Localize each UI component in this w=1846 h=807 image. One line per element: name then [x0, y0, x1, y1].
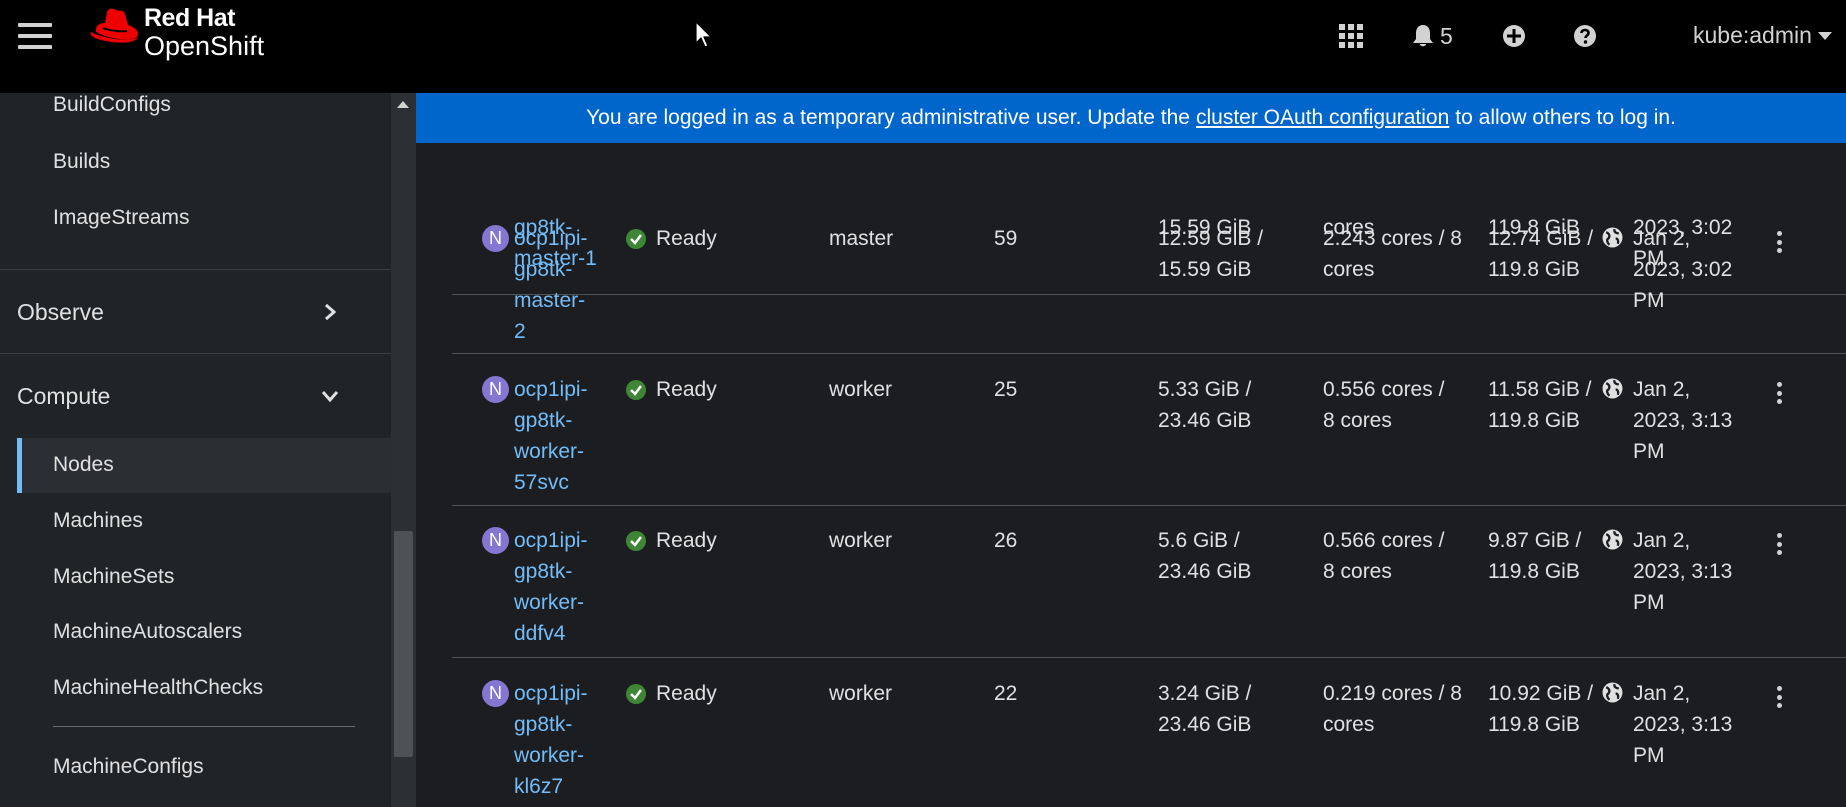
scrollbar-thumb[interactable]	[394, 531, 413, 757]
sidebar-group-label: Compute	[17, 382, 111, 409]
node-name-link[interactable]: ocp1ipi- gp8tk- worker- kl6z7	[514, 678, 604, 802]
sidebar-item-nodes[interactable]: Nodes	[53, 453, 114, 477]
node-status: Ready	[626, 525, 717, 556]
pods-cell: 25	[994, 378, 1018, 401]
brand-line-1: Red Hat	[144, 4, 235, 32]
filesystem-cell: 12.74 GiB / 119.8 GiB	[1488, 227, 1594, 281]
node-status: Ready	[626, 374, 717, 405]
sidebar-item-builds[interactable]: Builds	[53, 150, 110, 174]
row-actions-kebab-icon[interactable]	[1775, 231, 1783, 253]
sidebar-item-imagestreams[interactable]: ImageStreams	[53, 206, 190, 230]
globe-icon	[1602, 682, 1623, 703]
sidebar-group-observe[interactable]: Observe	[0, 270, 391, 354]
node-status: Ready	[626, 223, 717, 254]
user-menu[interactable]: kube:admin	[1693, 22, 1832, 49]
row-actions-kebab-icon[interactable]	[1775, 382, 1783, 404]
sidebar-group-compute[interactable]: Compute	[0, 354, 391, 438]
caret-down-icon	[1817, 31, 1832, 40]
table-row: N ocp1ipi- gp8tk- worker- kl6z7 Ready wo…	[452, 659, 1846, 807]
user-name: kube:admin	[1693, 22, 1812, 48]
notification-count: 5	[1440, 22, 1453, 49]
scroll-up-icon[interactable]	[397, 101, 409, 108]
node-name-link[interactable]: ocp1ipi- gp8tk- worker- ddfv4	[514, 525, 604, 649]
banner-text-after: to allow others to log in.	[1455, 106, 1676, 129]
pods-cell: 26	[994, 529, 1018, 552]
masthead: Red Hat OpenShift 5 kube:admin	[0, 0, 1846, 93]
node-resource-badge: N	[482, 680, 509, 707]
table-row: N ocp1ipi- gp8tk- master- 2 Ready master…	[452, 203, 1846, 354]
created-cell: Jan 2, 2023, 3:02 PM	[1633, 227, 1733, 312]
sidebar-item-machines[interactable]: Machines	[53, 509, 143, 533]
notifications-button[interactable]: 5	[1412, 22, 1453, 50]
help-icon[interactable]	[1573, 22, 1597, 50]
menu-icon[interactable]	[18, 20, 52, 52]
node-resource-badge: N	[482, 225, 509, 252]
cpu-cell: 2.243 cores / 8 cores	[1323, 227, 1462, 281]
role-cell: worker	[829, 682, 893, 705]
sidebar-item-machinesets[interactable]: MachineSets	[53, 565, 174, 589]
sidebar-item-machineconfigs[interactable]: MachineConfigs	[53, 755, 204, 779]
sidebar-section-divider	[53, 726, 355, 727]
nodes-table: gp8tk- master-1 15.59 GiB cores 119.8 Gi…	[416, 93, 1846, 807]
node-resource-badge: N	[482, 376, 509, 403]
sidebar-scrollbar[interactable]	[391, 93, 416, 807]
globe-icon	[1602, 227, 1623, 248]
memory-cell: 3.24 GiB / 23.46 GiB	[1158, 682, 1252, 736]
pods-cell: 59	[994, 227, 1018, 250]
cpu-cell: 0.566 cores / 8 cores	[1323, 529, 1445, 583]
globe-icon	[1602, 529, 1623, 550]
app-launcher-icon[interactable]	[1339, 22, 1363, 50]
pods-cell: 22	[994, 682, 1018, 705]
role-cell: worker	[829, 378, 893, 401]
cpu-cell: 0.219 cores / 8 cores	[1323, 682, 1462, 736]
created-cell: Jan 2, 2023, 3:13 PM	[1633, 529, 1733, 614]
filesystem-cell: 10.92 GiB / 119.8 GiB	[1488, 682, 1594, 736]
cpu-cell: 0.556 cores / 8 cores	[1323, 378, 1445, 432]
node-name-link[interactable]: ocp1ipi- gp8tk- master- 2	[514, 223, 604, 347]
plus-circle-icon[interactable]	[1502, 22, 1526, 50]
filesystem-cell: 9.87 GiB / 119.8 GiB	[1488, 529, 1582, 583]
temporary-admin-banner: You are logged in as a temporary adminis…	[416, 93, 1846, 143]
brand-line-2: OpenShift	[144, 31, 265, 61]
table-row: N ocp1ipi- gp8tk- worker- 57svc Ready wo…	[452, 355, 1846, 506]
filesystem-cell: 11.58 GiB / 119.8 GiB	[1488, 378, 1592, 432]
row-actions-kebab-icon[interactable]	[1775, 686, 1783, 708]
created-cell: Jan 2, 2023, 3:13 PM	[1633, 378, 1733, 463]
check-circle-icon	[626, 530, 646, 551]
bell-icon	[1413, 25, 1433, 47]
node-status: Ready	[626, 678, 717, 709]
created-cell: Jan 2, 2023, 3:13 PM	[1633, 682, 1733, 767]
globe-icon	[1602, 378, 1623, 399]
node-resource-badge: N	[482, 527, 509, 554]
check-circle-icon	[626, 228, 646, 249]
sidebar-group-label: Observe	[17, 298, 104, 325]
chevron-down-icon	[321, 391, 339, 403]
check-circle-icon	[626, 379, 646, 400]
banner-text-before: You are logged in as a temporary adminis…	[586, 106, 1190, 129]
mouse-cursor-icon	[695, 21, 713, 48]
memory-cell: 5.33 GiB / 23.46 GiB	[1158, 378, 1252, 432]
red-hat-fedora-icon	[90, 8, 138, 43]
sidebar-item-machinehealthchecks[interactable]: MachineHealthChecks	[53, 676, 263, 700]
sidebar-active-indicator	[17, 438, 22, 493]
table-row: N ocp1ipi- gp8tk- worker- ddfv4 Ready wo…	[452, 507, 1846, 658]
brand-logo[interactable]: Red Hat OpenShift	[88, 6, 264, 60]
memory-cell: 5.6 GiB / 23.46 GiB	[1158, 529, 1252, 583]
chevron-right-icon	[325, 303, 337, 321]
cluster-oauth-link[interactable]: cluster OAuth configuration	[1196, 106, 1449, 130]
memory-cell: 12.59 GiB / 15.59 GiB	[1158, 227, 1264, 281]
row-actions-kebab-icon[interactable]	[1775, 533, 1783, 555]
sidebar-item-machineautoscalers[interactable]: MachineAutoscalers	[53, 620, 242, 644]
node-name-link[interactable]: ocp1ipi- gp8tk- worker- 57svc	[514, 374, 604, 498]
sidebar-nav: BuildConfigs Builds ImageStreams Observe…	[0, 93, 391, 807]
role-cell: master	[829, 227, 894, 250]
sidebar-item-buildconfigs[interactable]: BuildConfigs	[53, 93, 171, 117]
check-circle-icon	[626, 683, 646, 704]
role-cell: worker	[829, 529, 893, 552]
